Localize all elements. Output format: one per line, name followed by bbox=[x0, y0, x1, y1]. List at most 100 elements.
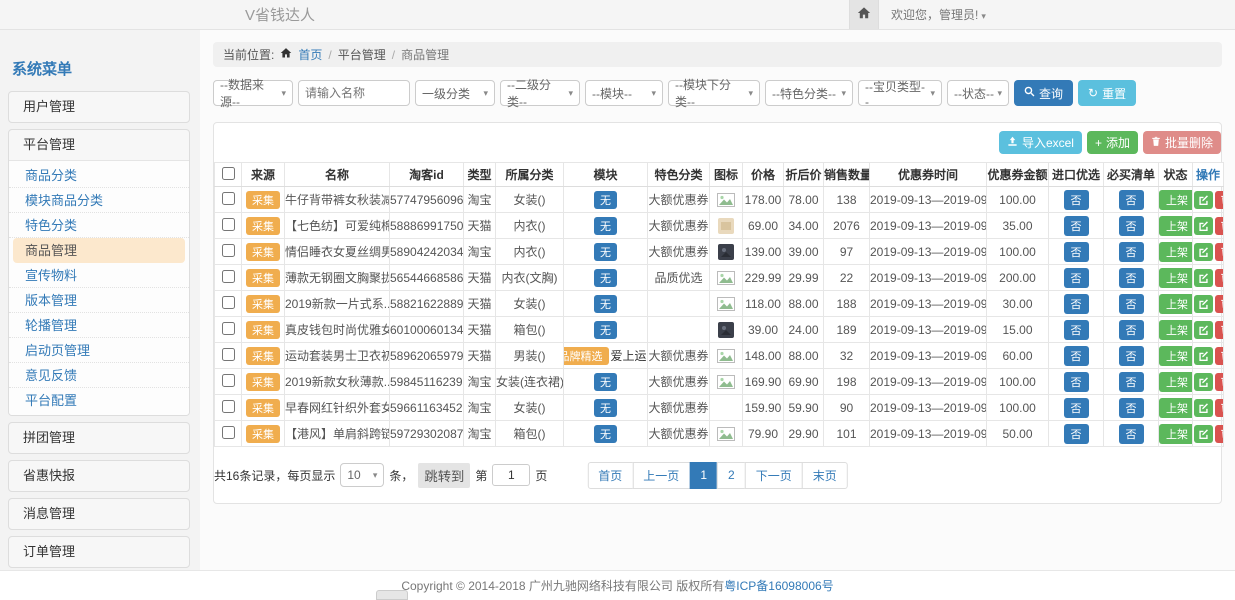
sidebar-item-模块商品分类[interactable]: 模块商品分类 bbox=[9, 188, 189, 213]
must-buy-toggle[interactable]: 否 bbox=[1119, 372, 1144, 392]
row-checkbox[interactable] bbox=[222, 322, 235, 335]
page-button-首页[interactable]: 首页 bbox=[587, 462, 633, 489]
row-checkbox[interactable] bbox=[222, 400, 235, 413]
edit-button[interactable] bbox=[1194, 243, 1213, 261]
filter-select-item-type[interactable]: --宝贝类型--▾ bbox=[858, 80, 942, 106]
user-menu[interactable]: 欢迎您，管理员!▾ bbox=[891, 6, 1221, 23]
edit-button[interactable] bbox=[1194, 373, 1213, 391]
page-button-上一页[interactable]: 上一页 bbox=[632, 462, 690, 489]
status-button[interactable]: 上架 bbox=[1159, 346, 1193, 366]
import-excel-button[interactable]: 导入excel bbox=[999, 131, 1082, 154]
import-select-toggle[interactable]: 否 bbox=[1064, 398, 1089, 418]
status-button[interactable]: 上架 bbox=[1159, 398, 1193, 418]
import-select-toggle[interactable]: 否 bbox=[1064, 190, 1089, 210]
must-buy-toggle[interactable]: 否 bbox=[1119, 242, 1144, 262]
sidebar-section-header-platform-management[interactable]: 平台管理 bbox=[9, 130, 189, 160]
add-button[interactable]: + 添加 bbox=[1087, 131, 1138, 154]
status-button[interactable]: 上架 bbox=[1159, 268, 1193, 288]
filter-select-level1-category[interactable]: 一级分类▾ bbox=[415, 80, 495, 106]
must-buy-toggle[interactable]: 否 bbox=[1119, 424, 1144, 444]
page-button-2[interactable]: 2 bbox=[717, 462, 746, 489]
row-checkbox[interactable] bbox=[222, 296, 235, 309]
row-checkbox[interactable] bbox=[222, 374, 235, 387]
status-button[interactable]: 上架 bbox=[1159, 320, 1193, 340]
sidebar-item-意见反馈[interactable]: 意见反馈 bbox=[9, 363, 189, 388]
delete-button[interactable] bbox=[1215, 217, 1224, 235]
row-checkbox[interactable] bbox=[222, 218, 235, 231]
delete-button[interactable] bbox=[1215, 373, 1224, 391]
delete-button[interactable] bbox=[1215, 295, 1224, 313]
must-buy-toggle[interactable]: 否 bbox=[1119, 190, 1144, 210]
module-badge[interactable]: 无 bbox=[594, 399, 617, 417]
must-buy-toggle[interactable]: 否 bbox=[1119, 216, 1144, 236]
module-badge[interactable]: 品牌精选 bbox=[564, 347, 609, 365]
filter-select-module[interactable]: --模块--▾ bbox=[585, 80, 663, 106]
delete-button[interactable] bbox=[1215, 191, 1224, 209]
sidebar-item-版本管理[interactable]: 版本管理 bbox=[9, 288, 189, 313]
import-select-toggle[interactable]: 否 bbox=[1064, 372, 1089, 392]
row-checkbox[interactable] bbox=[222, 426, 235, 439]
module-badge[interactable]: 无 bbox=[594, 373, 617, 391]
import-select-toggle[interactable]: 否 bbox=[1064, 294, 1089, 314]
edit-button[interactable] bbox=[1194, 295, 1213, 313]
edit-button[interactable] bbox=[1194, 321, 1213, 339]
sidebar-section-header-user-management[interactable]: 用户管理 bbox=[9, 92, 189, 122]
module-badge[interactable]: 无 bbox=[594, 425, 617, 443]
must-buy-toggle[interactable]: 否 bbox=[1119, 320, 1144, 340]
module-badge[interactable]: 无 bbox=[594, 269, 617, 287]
select-all-checkbox[interactable] bbox=[222, 167, 235, 180]
must-buy-toggle[interactable]: 否 bbox=[1119, 346, 1144, 366]
sidebar-section-header-order-management[interactable]: 订单管理 bbox=[9, 537, 189, 567]
import-select-toggle[interactable]: 否 bbox=[1064, 320, 1089, 340]
jump-page-input[interactable] bbox=[492, 464, 530, 486]
sidebar-item-启动页管理[interactable]: 启动页管理 bbox=[9, 338, 189, 363]
icp-link[interactable]: 粤ICP备16098006号 bbox=[724, 579, 833, 593]
delete-button[interactable] bbox=[1215, 269, 1224, 287]
filter-select-feature-category[interactable]: --特色分类--▾ bbox=[765, 80, 853, 106]
status-button[interactable]: 上架 bbox=[1159, 294, 1193, 314]
row-checkbox[interactable] bbox=[222, 348, 235, 361]
batch-delete-button[interactable]: 批量删除 bbox=[1143, 131, 1221, 154]
per-page-select[interactable]: 10 ▾ bbox=[340, 463, 384, 487]
status-button[interactable]: 上架 bbox=[1159, 190, 1193, 210]
sidebar-item-轮播管理[interactable]: 轮播管理 bbox=[9, 313, 189, 338]
row-checkbox[interactable] bbox=[222, 192, 235, 205]
module-badge[interactable]: 无 bbox=[594, 295, 617, 313]
filter-input-product-name[interactable] bbox=[305, 86, 403, 100]
sidebar-section-header-group-buy-management[interactable]: 拼团管理 bbox=[9, 423, 189, 453]
import-select-toggle[interactable]: 否 bbox=[1064, 346, 1089, 366]
module-badge[interactable]: 无 bbox=[594, 243, 617, 261]
status-button[interactable]: 上架 bbox=[1159, 424, 1193, 444]
sidebar-item-商品分类[interactable]: 商品分类 bbox=[9, 163, 189, 188]
sidebar-item-宣传物料[interactable]: 宣传物料 bbox=[9, 263, 189, 288]
page-button-1[interactable]: 1 bbox=[689, 462, 718, 489]
page-button-末页[interactable]: 末页 bbox=[802, 462, 848, 489]
module-badge[interactable]: 无 bbox=[594, 191, 617, 209]
jump-button[interactable]: 跳转到 bbox=[418, 463, 470, 488]
row-checkbox[interactable] bbox=[222, 244, 235, 257]
sidebar-item-特色分类[interactable]: 特色分类 bbox=[9, 213, 189, 238]
search-button[interactable]: 查询 bbox=[1014, 80, 1073, 106]
must-buy-toggle[interactable]: 否 bbox=[1119, 294, 1144, 314]
edit-button[interactable] bbox=[1194, 269, 1213, 287]
delete-button[interactable] bbox=[1215, 243, 1224, 261]
must-buy-toggle[interactable]: 否 bbox=[1119, 268, 1144, 288]
edit-button[interactable] bbox=[1194, 347, 1213, 365]
filter-select-level2-category[interactable]: --二级分类--▾ bbox=[500, 80, 580, 106]
sidebar-section-header-message-management[interactable]: 消息管理 bbox=[9, 499, 189, 529]
delete-button[interactable] bbox=[1215, 399, 1224, 417]
import-select-toggle[interactable]: 否 bbox=[1064, 424, 1089, 444]
page-button-下一页[interactable]: 下一页 bbox=[745, 462, 803, 489]
sidebar-section-header-savings-express[interactable]: 省惠快报 bbox=[9, 461, 189, 491]
breadcrumb-home-link[interactable]: 首页 bbox=[298, 46, 322, 63]
status-button[interactable]: 上架 bbox=[1159, 372, 1193, 392]
import-select-toggle[interactable]: 否 bbox=[1064, 242, 1089, 262]
filter-select-module-subcategory[interactable]: --模块下分类--▾ bbox=[668, 80, 760, 106]
delete-button[interactable] bbox=[1215, 321, 1224, 339]
module-badge[interactable]: 无 bbox=[594, 321, 617, 339]
sidebar-item-平台配置[interactable]: 平台配置 bbox=[9, 388, 189, 413]
import-select-toggle[interactable]: 否 bbox=[1064, 268, 1089, 288]
module-badge[interactable]: 无 bbox=[594, 217, 617, 235]
home-button[interactable] bbox=[849, 0, 879, 29]
delete-button[interactable] bbox=[1215, 425, 1224, 443]
